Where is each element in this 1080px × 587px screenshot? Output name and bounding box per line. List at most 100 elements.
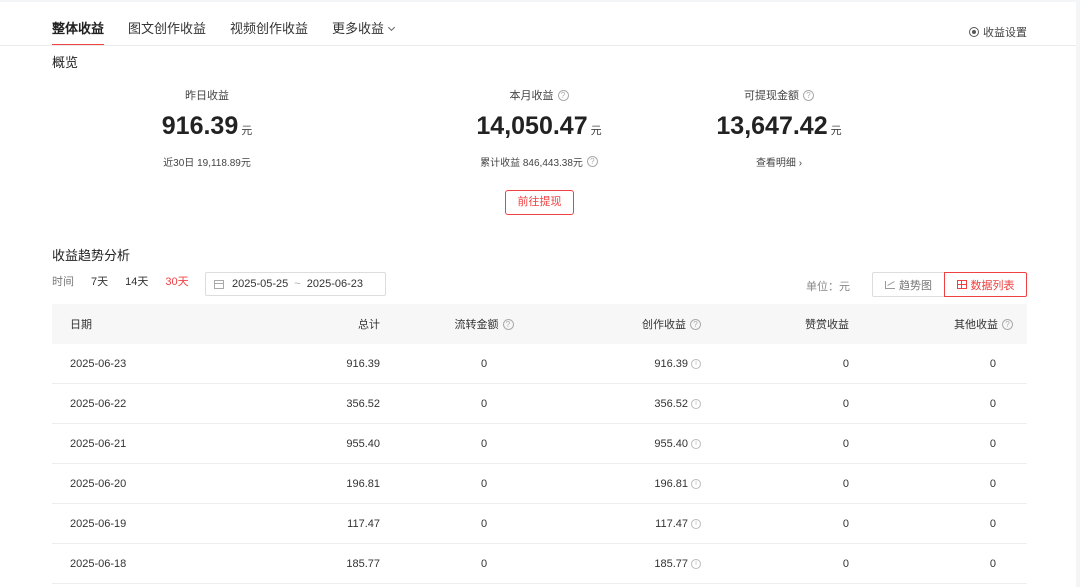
table-row: 2025-06-18 185.77 0 185.77 i 0 0 (52, 544, 1027, 584)
header-transfer: 流转金额? (380, 316, 534, 332)
withdrawable-stat: 可提现金额? 13,647.42 元 查看明细 › (669, 87, 889, 169)
cell-other: 0 (989, 517, 996, 530)
question-icon[interactable]: ? (690, 318, 701, 330)
cell-transfer: 0 (480, 437, 488, 450)
date-start: 2025-05-25 (232, 278, 289, 290)
question-icon[interactable]: ? (1002, 318, 1013, 330)
cell-tips: 0 (842, 477, 849, 490)
info-icon[interactable]: i (691, 358, 701, 369)
trend-title: 收益趋势分析 (52, 248, 131, 263)
cell-tips: 0 (842, 357, 849, 370)
info-icon[interactable]: i (691, 478, 701, 489)
cell-date: 2025-06-19 (70, 517, 127, 530)
unit-label: 单位：元 (806, 281, 850, 293)
tab-more-income[interactable]: 更多收益 (332, 2, 396, 46)
overview-title: 概览 (52, 55, 79, 70)
data-list-toggle[interactable]: 数据列表 (944, 272, 1027, 297)
range-30-days[interactable]: 30天 (165, 273, 188, 289)
income-settings-link[interactable]: 收益设置 (969, 24, 1027, 40)
cell-tips: 0 (842, 557, 849, 570)
tab-video-income[interactable]: 视频创作收益 (230, 2, 308, 46)
income-table: 日期 总计 流转金额? 创作收益? 赞赏收益 其他收益? 2025-06-23 … (52, 304, 1027, 584)
tab-label: 更多收益 (332, 21, 385, 36)
income-tabs: 整体收益 图文创作收益 视频创作收益 更多收益 (52, 2, 418, 46)
cell-other: 0 (989, 477, 996, 490)
header-label: 其他收益 (954, 319, 998, 331)
question-icon[interactable]: ? (502, 318, 514, 330)
cell-transfer: 0 (480, 397, 488, 410)
header-date: 日期 (70, 319, 92, 331)
cell-tips: 0 (842, 437, 849, 450)
stat-sub: 近30日 19,118.89元 (163, 158, 251, 169)
cell-total: 117.47 (347, 517, 380, 530)
cell-total: 196.81 (346, 477, 380, 490)
cell-creation: 356.52 i (534, 398, 701, 410)
question-icon[interactable]: ? (586, 156, 598, 167)
header-total: 总计 (358, 319, 380, 331)
header-label: 流转金额 (454, 319, 499, 331)
tab-article-income[interactable]: 图文创作收益 (128, 2, 206, 46)
table-row: 2025-06-21 955.40 0 955.40 i 0 0 (52, 424, 1027, 464)
info-icon[interactable]: i (691, 558, 701, 569)
cell-value: 185.77 (654, 557, 688, 570)
info-icon[interactable]: i (691, 518, 701, 529)
cell-creation: 955.40 i (534, 438, 701, 450)
cell-value: 117.47 (655, 517, 688, 530)
cell-transfer: 0 (480, 477, 488, 490)
view-details-link[interactable]: 查看明细 › (756, 154, 802, 169)
chevron-down-icon (388, 23, 396, 32)
stat-value: 13,647.42 (716, 112, 828, 140)
cell-value: 356.52 (654, 397, 688, 410)
withdraw-button[interactable]: 前往提现 (505, 190, 574, 215)
cell-value: 196.81 (654, 477, 688, 490)
stat-value: 916.39 (161, 112, 239, 140)
calendar-icon (214, 279, 224, 289)
cell-date: 2025-06-23 (70, 357, 127, 370)
info-icon[interactable]: i (691, 398, 701, 409)
month-income-stat: 本月收益? 14,050.47 元 累计收益 846,443.38元? (429, 87, 649, 169)
cell-creation: 185.77 i (534, 558, 701, 570)
header-creation: 创作收益? (534, 316, 701, 332)
stat-unit: 元 (590, 125, 602, 137)
table-header: 日期 总计 流转金额? 创作收益? 赞赏收益 其他收益? (52, 304, 1027, 344)
header-label: 创作收益 (642, 319, 686, 331)
cell-transfer: 0 (480, 557, 488, 570)
table-row: 2025-06-22 356.52 0 356.52 i 0 0 (52, 384, 1027, 424)
tabs-divider (0, 45, 1076, 46)
yesterday-income-stat: 昨日收益 916.39 元 近30日 19,118.89元 (97, 87, 317, 169)
settings-icon (969, 27, 979, 37)
range-7-days[interactable]: 7天 (91, 273, 108, 289)
cell-creation: 196.81 i (534, 478, 701, 490)
cell-creation: 916.39 i (534, 358, 701, 370)
tab-overall-income[interactable]: 整体收益 (52, 2, 105, 46)
toggle-label: 数据列表 (970, 279, 1015, 292)
cell-date: 2025-06-18 (70, 557, 127, 570)
time-filter: 时间 7天 14天 30天 (52, 273, 206, 289)
cell-tips: 0 (842, 517, 849, 530)
date-separator: ~ (294, 278, 301, 290)
cell-total: 185.77 (346, 557, 380, 570)
range-14-days[interactable]: 14天 (125, 273, 148, 289)
time-label: 时间 (52, 276, 74, 288)
cell-other: 0 (989, 557, 996, 570)
question-icon[interactable]: ? (557, 89, 569, 101)
cell-date: 2025-06-22 (70, 397, 127, 410)
cell-transfer: 0 (480, 517, 488, 530)
cell-creation: 117.47 i (534, 518, 701, 530)
tab-label: 视频创作收益 (230, 21, 309, 36)
trend-chart-icon (885, 280, 895, 289)
cell-total: 356.52 (346, 397, 380, 410)
table-row: 2025-06-19 117.47 0 117.47 i 0 0 (52, 504, 1027, 544)
table-row: 2025-06-23 916.39 0 916.39 i 0 0 (52, 344, 1027, 384)
cell-total: 916.39 (346, 357, 380, 370)
trend-chart-toggle[interactable]: 趋势图 (872, 272, 944, 297)
stat-label: 昨日收益 (185, 90, 229, 102)
header-tips: 赞赏收益 (805, 319, 849, 331)
stat-unit: 元 (830, 125, 842, 137)
page-scrollbar[interactable] (1076, 0, 1080, 587)
info-icon[interactable]: i (691, 438, 701, 449)
cell-tips: 0 (842, 397, 849, 410)
date-range-picker[interactable]: 2025-05-25 ~ 2025-06-23 (205, 272, 386, 296)
cell-date: 2025-06-20 (70, 477, 127, 490)
question-icon[interactable]: ? (803, 89, 814, 101)
